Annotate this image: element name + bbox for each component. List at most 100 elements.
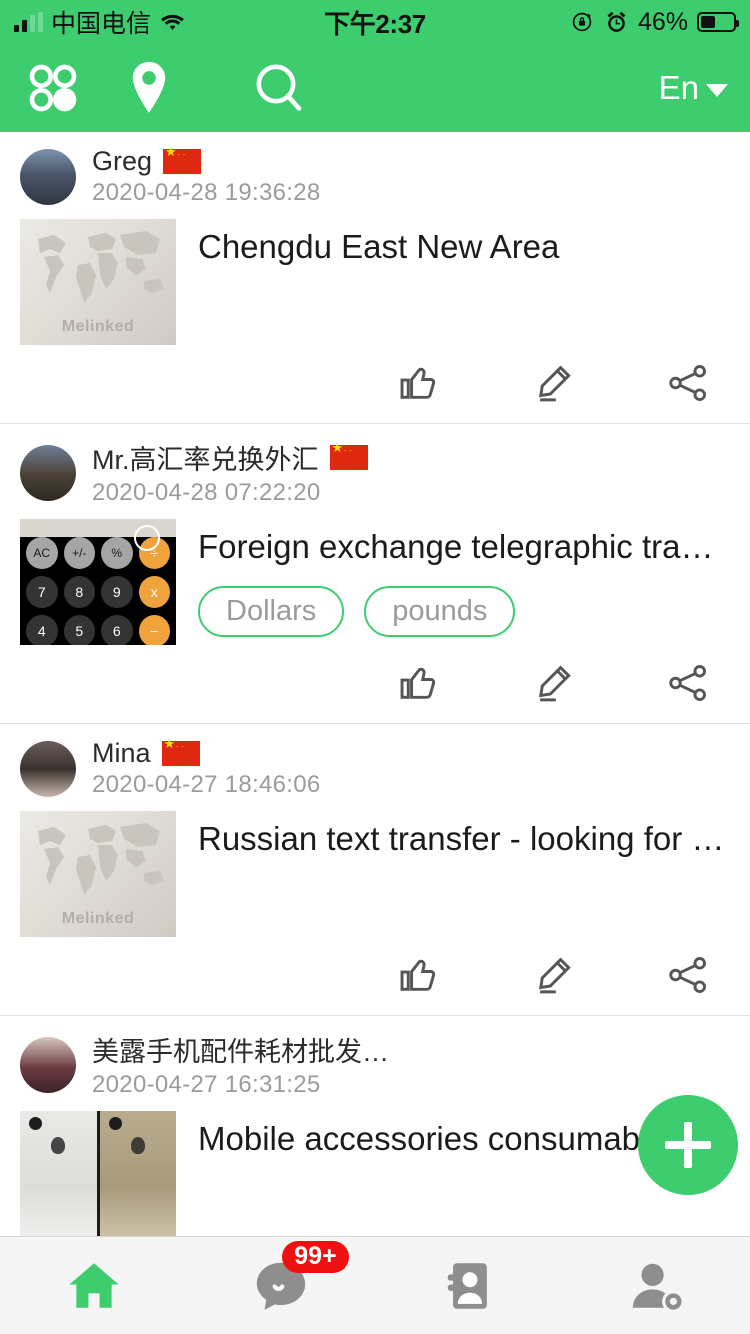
contacts-card-icon [447, 1262, 487, 1309]
status-bar-left: 中国电信 [14, 4, 186, 40]
post-content: Chengdu East New Area [176, 219, 730, 345]
post-meta: Mina 2020-04-27 18:46:06 [92, 737, 321, 799]
post-header: Mina 2020-04-27 18:46:06 [0, 737, 750, 799]
calc-key: 5 [63, 615, 95, 645]
post-body: Mobile accessories consumables w... [0, 1099, 750, 1236]
post-header: Mr.高汇率兑换外汇 2020-04-28 07:22:20 [0, 438, 750, 507]
post-author-row: 美露手机配件耗材批发… [92, 1030, 389, 1069]
wifi-icon [161, 14, 184, 30]
tab-contacts[interactable] [375, 1237, 563, 1334]
post-header: Greg 2020-04-28 19:36:28 [0, 145, 750, 207]
bottom-tab-bar: 99+ [0, 1236, 750, 1334]
thumbs-up-icon[interactable] [394, 357, 446, 409]
post-timestamp: 2020-04-27 18:46:06 [92, 771, 321, 798]
share-icon[interactable] [662, 357, 714, 409]
post-timestamp: 2020-04-27 16:31:25 [92, 1071, 321, 1098]
calc-key: 4 [26, 615, 58, 645]
post-author-row: Mina [92, 737, 321, 769]
post-card[interactable]: Greg 2020-04-28 19:36:28 [0, 132, 750, 424]
app-header: En [0, 44, 750, 132]
user-settings-icon [633, 1263, 685, 1313]
avatar[interactable] [20, 740, 76, 797]
calc-key: 7 [26, 576, 58, 608]
battery-percent-label: 46% [637, 7, 688, 36]
post-content: Foreign exchange telegraphic trans... Do… [176, 519, 730, 645]
post-content: Russian text transfer - looking for a... [176, 811, 730, 937]
status-bar: 中国电信 下午2:37 46% [0, 0, 750, 44]
phone-silver [20, 1111, 97, 1236]
post-title[interactable]: Chengdu East New Area [198, 219, 730, 267]
calc-key: +/- [63, 537, 95, 569]
calculator-display-circle [134, 525, 160, 551]
post-thumbnail[interactable] [20, 1111, 176, 1236]
edit-pencil-icon[interactable] [528, 357, 580, 409]
post-author-name: Mina [92, 738, 151, 768]
china-flag-icon [163, 145, 202, 174]
create-post-fab[interactable] [638, 1095, 738, 1195]
edit-pencil-icon[interactable] [528, 949, 580, 1001]
iphone-backs-photo [20, 1111, 176, 1236]
post-meta: Mr.高汇率兑换外汇 2020-04-28 07:22:20 [92, 438, 368, 507]
post-meta: 美露手机配件耗材批发… 2020-04-27 16:31:25 [92, 1030, 389, 1099]
share-icon[interactable] [662, 657, 714, 709]
post-body: Melinked Chengdu East New Area [0, 207, 750, 345]
post-body: AC +/- % ÷ 7 8 9 x 4 5 6 − Foreign excha… [0, 507, 750, 645]
edit-pencil-icon[interactable] [528, 657, 580, 709]
calc-key: 8 [63, 576, 95, 608]
tab-profile-settings[interactable] [563, 1237, 750, 1334]
melinked-map-placeholder: Melinked [20, 219, 176, 345]
post-title[interactable]: Russian text transfer - looking for a... [198, 811, 730, 859]
grid-dots-icon[interactable] [22, 60, 84, 116]
chevron-down-icon [706, 84, 728, 97]
calc-key: % [101, 537, 133, 569]
post-author-row: Mr.高汇率兑换外汇 [92, 438, 368, 477]
post-author-name: Greg [92, 146, 153, 176]
plus-icon [665, 1122, 711, 1168]
calculator-row: 4 5 6 − [20, 615, 176, 645]
calc-key: AC [26, 537, 58, 569]
alarm-icon [607, 11, 626, 32]
share-icon[interactable] [662, 949, 714, 1001]
post-thumbnail[interactable]: Melinked [20, 811, 176, 937]
post-tags: Dollars pounds [198, 585, 730, 637]
avatar[interactable] [20, 148, 76, 205]
tab-home[interactable] [0, 1237, 188, 1334]
calculator-row: 7 8 9 x [20, 576, 176, 608]
thumbs-up-icon[interactable] [394, 949, 446, 1001]
language-selector[interactable]: En [659, 69, 728, 107]
calc-key: 6 [101, 615, 133, 645]
post-card[interactable]: 美露手机配件耗材批发… 2020-04-27 16:31:25 Mobile a… [0, 1016, 750, 1236]
home-icon [69, 1262, 119, 1308]
post-tag[interactable]: Dollars [198, 585, 345, 637]
calc-key: − [138, 615, 170, 645]
avatar[interactable] [20, 1036, 76, 1093]
search-icon[interactable] [214, 60, 344, 116]
phone-gold [99, 1111, 176, 1236]
post-meta: Greg 2020-04-28 19:36:28 [92, 145, 321, 207]
post-title[interactable]: Foreign exchange telegraphic trans... [198, 519, 730, 567]
thumbs-up-icon[interactable] [394, 657, 446, 709]
post-card[interactable]: Mina 2020-04-27 18:46:06 [0, 724, 750, 1016]
language-label: En [658, 69, 699, 106]
post-actions [0, 949, 750, 1015]
post-thumbnail[interactable]: AC +/- % ÷ 7 8 9 x 4 5 6 − [20, 519, 176, 645]
post-body: Melinked Russian text transfer - looking… [0, 799, 750, 937]
message-badge: 99+ [282, 1241, 349, 1273]
china-flag-icon [161, 737, 200, 766]
calc-key: x [138, 576, 170, 608]
china-flag-icon [329, 441, 368, 470]
tab-messages[interactable]: 99+ [188, 1237, 376, 1334]
thumbnail-caption: Melinked [61, 318, 135, 335]
thumbnail-caption: Melinked [61, 910, 135, 927]
post-actions [0, 357, 750, 423]
post-card[interactable]: Mr.高汇率兑换外汇 2020-04-28 07:22:20 AC +/- % … [0, 424, 750, 724]
location-pin-icon[interactable] [84, 59, 214, 117]
avatar[interactable] [20, 444, 76, 501]
post-header: 美露手机配件耗材批发… 2020-04-27 16:31:25 [0, 1030, 750, 1099]
signal-bars-icon [14, 12, 43, 32]
carrier-label: 中国电信 [51, 9, 152, 38]
rotation-lock-icon [572, 12, 592, 32]
post-tag[interactable]: pounds [364, 585, 516, 637]
post-thumbnail[interactable]: Melinked [20, 219, 176, 345]
post-feed[interactable]: Greg 2020-04-28 19:36:28 [0, 132, 750, 1236]
